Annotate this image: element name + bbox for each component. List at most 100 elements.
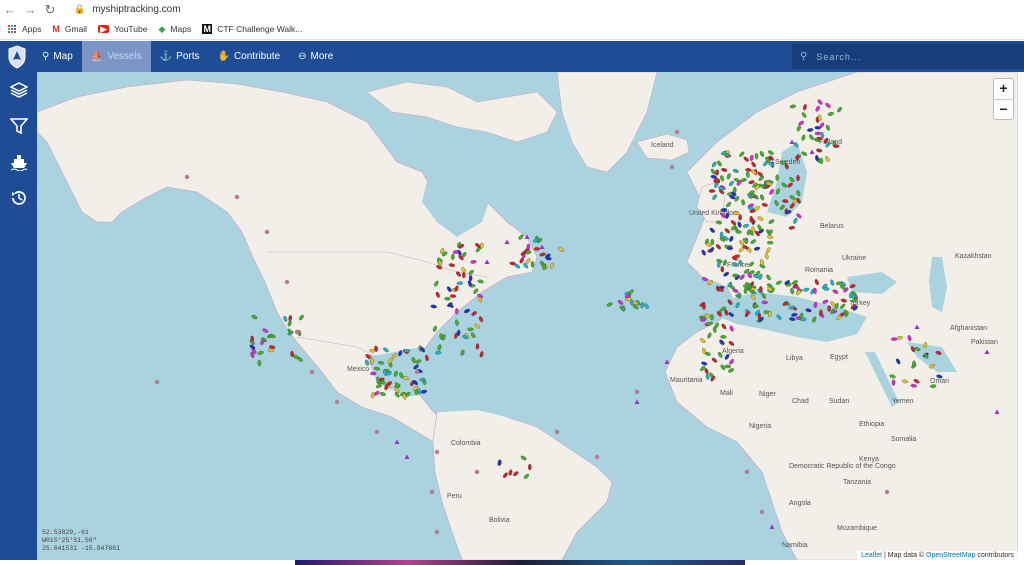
vessel-marker[interactable] bbox=[702, 303, 706, 310]
reload-icon[interactable]: ↻ bbox=[40, 2, 60, 18]
vessel-marker[interactable] bbox=[819, 309, 823, 316]
vessel-marker[interactable] bbox=[550, 262, 554, 269]
filter-button[interactable] bbox=[0, 108, 37, 144]
vessel-marker[interactable] bbox=[468, 274, 473, 282]
back-arrow-icon[interactable]: ← bbox=[0, 2, 20, 17]
port-marker[interactable] bbox=[284, 279, 290, 285]
vessel-marker[interactable] bbox=[267, 348, 275, 353]
vessel-marker[interactable] bbox=[451, 253, 455, 260]
vessel-marker[interactable] bbox=[479, 351, 484, 358]
vessel-marker[interactable] bbox=[720, 266, 725, 273]
zoom-out-button[interactable]: − bbox=[994, 99, 1013, 119]
zoom-in-button[interactable]: + bbox=[994, 79, 1013, 99]
vessel-marker[interactable] bbox=[606, 302, 613, 307]
vessel-marker[interactable] bbox=[891, 379, 896, 386]
vessel-marker[interactable] bbox=[464, 308, 471, 314]
station-marker[interactable] bbox=[394, 439, 400, 445]
ad-banner[interactable] bbox=[295, 560, 745, 565]
port-marker[interactable] bbox=[264, 229, 270, 235]
vessel-marker[interactable] bbox=[767, 240, 774, 245]
nav-vessels[interactable]: ⛵ Vessels bbox=[81, 41, 151, 72]
vessel-marker[interactable] bbox=[404, 349, 411, 353]
vessel-marker[interactable] bbox=[644, 303, 650, 310]
vessel-marker[interactable] bbox=[761, 300, 768, 305]
vessel-marker[interactable] bbox=[733, 186, 737, 194]
vessel-marker[interactable] bbox=[827, 305, 831, 312]
vessel-map[interactable]: Iceland Sweden Finland United Kingdom Be… bbox=[37, 72, 1018, 560]
vessel-marker[interactable] bbox=[454, 332, 459, 339]
vessel-marker[interactable] bbox=[475, 343, 480, 350]
vessel-marker[interactable] bbox=[630, 299, 634, 306]
address-bar[interactable]: 🔒 myshiptracking.com bbox=[74, 4, 181, 15]
nav-contribute[interactable]: ✋ Contribute bbox=[209, 41, 290, 72]
nav-more[interactable]: ⊖ More bbox=[289, 41, 342, 72]
port-marker[interactable] bbox=[474, 469, 480, 475]
vessel-marker[interactable] bbox=[455, 319, 459, 326]
vessel-marker[interactable] bbox=[719, 231, 724, 238]
bookmark-maps[interactable]: ◆ Maps bbox=[158, 24, 191, 35]
vessel-marker[interactable] bbox=[435, 350, 442, 355]
port-marker[interactable] bbox=[554, 429, 560, 435]
port-marker[interactable] bbox=[674, 129, 680, 135]
vessel-marker[interactable] bbox=[292, 354, 300, 359]
vessel-marker[interactable] bbox=[478, 316, 484, 323]
port-marker[interactable] bbox=[184, 174, 190, 180]
vessel-marker[interactable] bbox=[260, 339, 265, 346]
port-marker[interactable] bbox=[414, 369, 420, 375]
fleet-button[interactable] bbox=[0, 144, 37, 180]
vessel-marker[interactable] bbox=[539, 252, 546, 257]
station-marker[interactable] bbox=[769, 524, 775, 530]
bookmark-youtube[interactable]: ▶ YouTube bbox=[98, 24, 147, 34]
port-marker[interactable] bbox=[634, 389, 640, 395]
vessel-marker[interactable] bbox=[735, 230, 742, 234]
vessel-marker[interactable] bbox=[640, 302, 644, 309]
vessel-marker[interactable] bbox=[726, 246, 734, 251]
bookmark-apps[interactable]: Apps bbox=[8, 24, 41, 34]
station-marker[interactable] bbox=[664, 359, 670, 365]
vessel-marker[interactable] bbox=[262, 328, 269, 334]
osm-link[interactable]: OpenStreetMap bbox=[926, 552, 975, 559]
vessel-marker[interactable] bbox=[257, 350, 264, 355]
forward-arrow-icon[interactable]: → bbox=[20, 2, 40, 17]
port-marker[interactable] bbox=[234, 194, 240, 200]
station-marker[interactable] bbox=[634, 399, 640, 405]
nav-map[interactable]: ⚲ Map bbox=[33, 41, 82, 72]
port-marker[interactable] bbox=[744, 469, 750, 475]
vessel-marker[interactable] bbox=[257, 359, 262, 367]
port-marker[interactable] bbox=[309, 369, 315, 375]
vessel-marker[interactable] bbox=[775, 174, 779, 181]
vessel-marker[interactable] bbox=[370, 371, 377, 376]
vessel-marker[interactable] bbox=[471, 310, 478, 316]
vessel-marker[interactable] bbox=[467, 327, 474, 332]
vessel-marker[interactable] bbox=[738, 214, 742, 221]
port-marker[interactable] bbox=[294, 329, 300, 335]
vessel-marker[interactable] bbox=[474, 323, 481, 329]
vessel-marker[interactable] bbox=[455, 308, 459, 315]
vessel-marker[interactable] bbox=[743, 287, 748, 295]
vessel-marker[interactable] bbox=[617, 299, 624, 305]
vessel-marker[interactable] bbox=[444, 296, 451, 301]
port-marker[interactable] bbox=[334, 399, 340, 405]
vessel-marker[interactable] bbox=[732, 273, 739, 278]
site-logo[interactable] bbox=[0, 41, 33, 72]
leaflet-link[interactable]: Leaflet bbox=[861, 552, 882, 559]
search-input[interactable] bbox=[816, 51, 997, 62]
port-marker[interactable] bbox=[594, 454, 600, 460]
port-marker[interactable] bbox=[374, 429, 380, 435]
vessel-marker[interactable] bbox=[449, 294, 457, 298]
vessel-marker[interactable] bbox=[533, 247, 541, 251]
vessel-marker[interactable] bbox=[470, 332, 476, 339]
bookmark-ctf[interactable]: M CTF Challenge Walk... bbox=[202, 24, 302, 34]
vessel-marker[interactable] bbox=[526, 243, 531, 250]
vessel-marker[interactable] bbox=[545, 256, 552, 261]
vessel-marker[interactable] bbox=[528, 463, 532, 471]
vessel-marker[interactable] bbox=[823, 287, 830, 291]
port-marker[interactable] bbox=[434, 449, 440, 455]
vessel-marker[interactable] bbox=[912, 360, 916, 367]
vessel-marker[interactable] bbox=[759, 286, 763, 293]
port-marker[interactable] bbox=[884, 489, 890, 495]
vessel-marker[interactable] bbox=[754, 153, 759, 160]
vessel-marker[interactable] bbox=[796, 174, 800, 182]
port-marker[interactable] bbox=[434, 529, 440, 535]
vessel-marker[interactable] bbox=[558, 247, 565, 253]
